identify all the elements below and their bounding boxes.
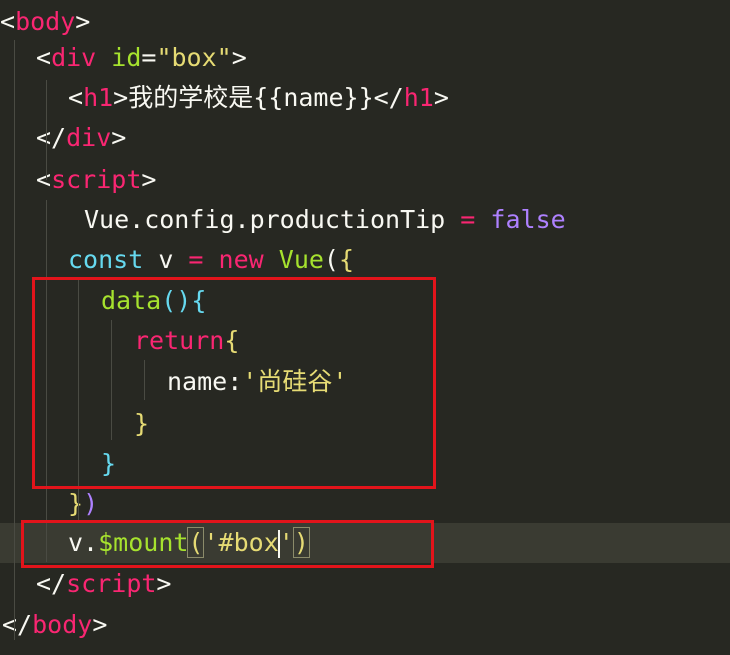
code-token: (	[187, 527, 205, 558]
code-token: =	[460, 205, 476, 234]
code-token: >	[92, 610, 108, 639]
code-token: {	[338, 245, 355, 274]
code-line[interactable]: const v = new Vue({	[0, 240, 354, 280]
code-token: <	[0, 7, 16, 36]
code-token: h1	[83, 83, 114, 112]
code-token: =	[141, 43, 157, 72]
code-line[interactable]: <script>	[0, 160, 156, 200]
code-token: v.	[68, 528, 99, 557]
code-line[interactable]: }	[0, 404, 149, 444]
code-token: '#box	[203, 528, 279, 557]
code-token: >	[141, 165, 157, 194]
code-token: (	[323, 245, 339, 274]
indent-guide	[144, 360, 145, 400]
code-token: v	[143, 245, 189, 274]
code-token: }	[68, 489, 84, 518]
code-token: const	[68, 245, 144, 274]
code-token: Vue	[278, 245, 324, 274]
code-token: <	[36, 43, 52, 72]
code-token: </	[36, 569, 67, 598]
code-token: false	[490, 205, 566, 234]
code-line[interactable]: </script>	[0, 564, 171, 604]
code-token: >	[433, 83, 449, 112]
indent-guide	[14, 40, 15, 640]
code-token: body	[32, 610, 93, 639]
indent-guide	[46, 200, 47, 562]
code-line[interactable]: </body>	[0, 605, 107, 645]
code-token: $mount	[98, 528, 189, 557]
code-token: div	[51, 43, 97, 72]
code-token: )	[292, 527, 310, 558]
code-token: '	[278, 528, 294, 557]
code-token: body	[15, 7, 76, 36]
code-token: }	[101, 449, 117, 478]
indent-guide	[46, 80, 47, 180]
code-token: {	[191, 286, 207, 315]
code-token: )	[83, 489, 99, 518]
indent-guide	[111, 320, 112, 440]
code-token: >	[156, 569, 172, 598]
code-token: </	[36, 123, 67, 152]
code-token: new	[218, 245, 264, 274]
code-token: '尚硅谷'	[242, 367, 348, 396]
code-line[interactable]: <div id="box">	[0, 38, 247, 78]
code-token: }	[134, 409, 150, 438]
code-line[interactable]: return{	[0, 321, 239, 361]
code-token: <	[68, 83, 84, 112]
code-line[interactable]: v.$mount('#box')	[0, 523, 730, 563]
code-token: >我的学校是{{name}}</	[113, 83, 404, 112]
code-line[interactable]: </div>	[0, 118, 126, 158]
code-token: >	[231, 43, 247, 72]
code-token: =	[188, 245, 204, 274]
code-token: "box"	[156, 43, 232, 72]
code-line[interactable]: name:'尚硅谷'	[0, 362, 347, 402]
code-token: name:	[167, 367, 243, 396]
code-token: >	[75, 7, 91, 36]
code-token: <	[36, 165, 52, 194]
code-line[interactable]: <h1>我的学校是{{name}}</h1>	[0, 78, 449, 118]
code-token: ()	[161, 286, 192, 315]
code-line[interactable]: }	[0, 444, 116, 484]
code-line[interactable]: data(){	[0, 281, 206, 321]
code-line[interactable]: <body>	[0, 2, 90, 42]
code-line[interactable]: Vue.config.productionTip = false	[0, 200, 566, 240]
code-editor[interactable]: <body> <div id="box"> <h1>我的学校是{{name}}</h…	[0, 0, 730, 655]
indent-guide	[78, 280, 79, 520]
code-token: return	[134, 326, 225, 355]
code-token: >	[111, 123, 127, 152]
code-token: data	[101, 286, 162, 315]
code-token: </	[2, 610, 33, 639]
code-token: {	[224, 326, 240, 355]
code-token: Vue.config.productionTip	[84, 205, 461, 234]
code-token: script	[66, 569, 157, 598]
code-token: h1	[403, 83, 434, 112]
code-token: id	[111, 43, 142, 72]
code-token: div	[66, 123, 112, 152]
code-token: script	[51, 165, 142, 194]
